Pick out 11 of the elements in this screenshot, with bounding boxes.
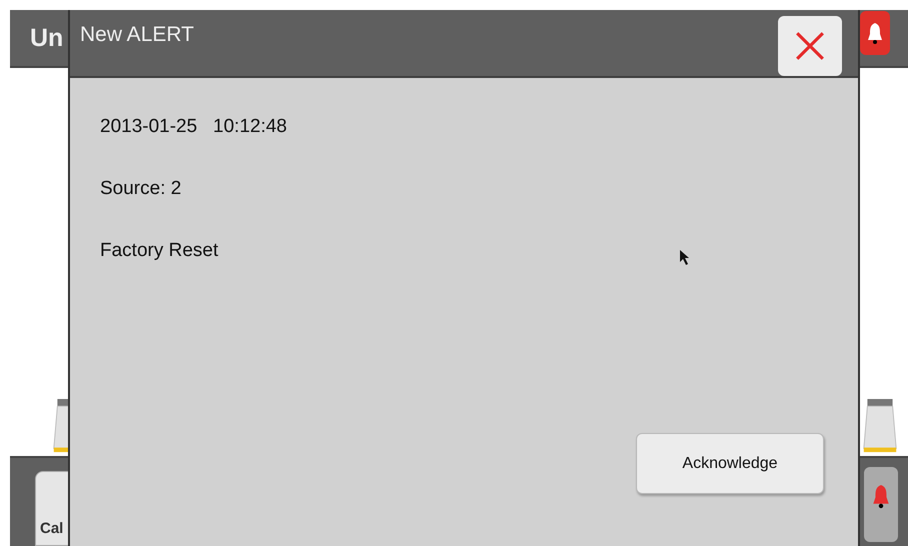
pointer-icon <box>680 250 690 266</box>
dialog-title: New ALERT <box>80 23 194 47</box>
alert-text: Source: 2 <box>100 178 182 200</box>
alarm-button[interactable] <box>860 11 890 55</box>
bell-icon <box>865 21 885 45</box>
screen-title: Un <box>30 24 64 52</box>
close-icon <box>794 30 826 62</box>
acknowledge-button[interactable]: Acknowledge <box>636 433 824 494</box>
close-button[interactable] <box>778 16 842 76</box>
alert-text: 2013-01-25 10:12:48 <box>100 116 287 138</box>
alert-text: Factory Reset <box>100 240 218 262</box>
